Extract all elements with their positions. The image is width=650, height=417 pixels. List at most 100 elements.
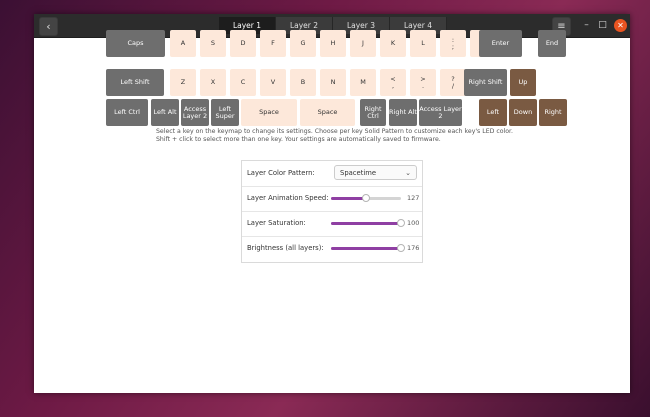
- brightness-label: Brightness (all layers):: [247, 244, 324, 252]
- key-left-alt[interactable]: Left Alt: [151, 99, 179, 126]
- key-left-ctrl[interactable]: Left Ctrl: [106, 99, 148, 126]
- maximize-button[interactable]: □: [596, 19, 609, 32]
- key-label: Caps: [127, 39, 144, 47]
- instructions-line-1: Select a key on the keymap to change its…: [156, 128, 513, 135]
- key-label: Space: [259, 108, 279, 116]
- key-label: ,: [391, 81, 395, 90]
- key-access-layer-2[interactable]: Access Layer 2: [419, 99, 462, 126]
- key-end[interactable]: End: [538, 30, 566, 57]
- slider-fill: [331, 247, 401, 250]
- key-caps[interactable]: Caps: [106, 30, 165, 57]
- key-m[interactable]: M: [350, 69, 376, 96]
- key-label: G: [300, 39, 306, 47]
- key-label: Left: [486, 108, 500, 116]
- slider-knob[interactable]: [361, 194, 370, 202]
- key-h[interactable]: H: [320, 30, 346, 57]
- key-label: .: [421, 81, 425, 90]
- animation-speed-value: 127: [407, 194, 420, 202]
- key-label: C: [240, 78, 246, 86]
- key-v[interactable]: V: [260, 69, 286, 96]
- key-label: Enter: [491, 39, 510, 47]
- animation-speed-row: Layer Animation Speed: 127: [242, 186, 422, 212]
- key-label: S: [210, 39, 216, 47]
- key-label: Right Shift: [468, 78, 503, 86]
- key-label: N: [330, 78, 336, 86]
- animation-speed-slider[interactable]: [331, 194, 401, 202]
- color-pattern-dropdown[interactable]: Spacetime ⌄: [334, 165, 417, 180]
- key-down[interactable]: Down: [509, 99, 537, 126]
- key-label: V: [270, 78, 276, 86]
- key-d[interactable]: D: [230, 30, 256, 57]
- color-pattern-value: Spacetime: [340, 169, 377, 177]
- key-l[interactable]: L: [410, 30, 436, 57]
- key-period[interactable]: >.: [410, 69, 436, 96]
- slider-knob[interactable]: [397, 244, 405, 252]
- key-n[interactable]: N: [320, 69, 346, 96]
- key-f[interactable]: F: [260, 30, 286, 57]
- key-space[interactable]: Space: [241, 99, 297, 126]
- key-label: Left Ctrl: [114, 108, 140, 116]
- key-b[interactable]: B: [290, 69, 316, 96]
- key-a[interactable]: A: [170, 30, 196, 57]
- color-pattern-label: Layer Color Pattern:: [247, 169, 315, 177]
- key-right-alt[interactable]: Right Alt: [389, 99, 417, 126]
- instructions-text: Select a key on the keymap to change its…: [156, 128, 536, 144]
- instructions-line-2: Shift + click to select more than one ke…: [156, 136, 441, 143]
- key-g[interactable]: G: [290, 30, 316, 57]
- key-c[interactable]: C: [230, 69, 256, 96]
- saturation-row: Layer Saturation: 100: [242, 211, 422, 237]
- key-space[interactable]: Space: [300, 99, 355, 126]
- led-settings-panel: Layer Color Pattern: Spacetime ⌄ Layer A…: [241, 160, 423, 263]
- key-s[interactable]: S: [200, 30, 226, 57]
- animation-speed-label: Layer Animation Speed:: [247, 194, 329, 202]
- key-access-layer-2[interactable]: Access Layer 2: [181, 99, 209, 126]
- key-label: M: [360, 78, 366, 86]
- key-label: H: [330, 39, 336, 47]
- maximize-icon: □: [598, 20, 607, 30]
- back-button[interactable]: ‹: [39, 17, 58, 36]
- key-label: Space: [317, 108, 338, 116]
- slider-fill: [331, 222, 401, 225]
- close-icon: ✕: [617, 21, 624, 30]
- key-label: End: [545, 39, 559, 47]
- close-button[interactable]: ✕: [614, 19, 627, 32]
- key-left-shift[interactable]: Left Shift: [106, 69, 164, 96]
- key-label: Z: [180, 78, 186, 86]
- saturation-slider[interactable]: [331, 219, 405, 227]
- key-right-shift[interactable]: Right Shift: [464, 69, 507, 96]
- key-left-super[interactable]: Left Super: [211, 99, 239, 126]
- key-j[interactable]: J: [350, 30, 376, 57]
- chevron-down-icon: ⌄: [405, 169, 411, 177]
- key-label: /: [451, 81, 455, 90]
- key-label: B: [300, 78, 306, 86]
- key-x[interactable]: X: [200, 69, 226, 96]
- brightness-slider[interactable]: [331, 244, 405, 252]
- brightness-value: 176: [407, 244, 420, 252]
- key-label: J: [362, 39, 364, 47]
- key-up[interactable]: Up: [510, 69, 536, 96]
- slider-knob[interactable]: [397, 219, 405, 227]
- key-slash[interactable]: ? /: [440, 69, 466, 96]
- key-right-ctrl[interactable]: Right Ctrl: [360, 99, 386, 126]
- color-pattern-row: Layer Color Pattern: Spacetime ⌄: [242, 161, 422, 187]
- key-label: A: [180, 39, 186, 47]
- key-right[interactable]: Right: [539, 99, 567, 126]
- slider-fill: [331, 197, 366, 200]
- key-z[interactable]: Z: [170, 69, 196, 96]
- key-label: F: [271, 39, 275, 47]
- key-label: L: [421, 39, 425, 47]
- key-left[interactable]: Left: [479, 99, 507, 126]
- saturation-value: 100: [407, 219, 420, 227]
- key-label: Right Ctrl: [364, 104, 382, 120]
- key-comma[interactable]: <,: [380, 69, 406, 96]
- key-enter[interactable]: Enter: [479, 30, 522, 57]
- keymap: CapsASDFGHJKL:;"'EnterEndLeft ShiftZXCVB…: [34, 30, 630, 126]
- key-label: D: [240, 39, 246, 47]
- minimize-icon: –: [584, 20, 589, 30]
- key-semicolon[interactable]: :;: [440, 30, 466, 57]
- chevron-left-icon: ‹: [46, 20, 51, 33]
- key-k[interactable]: K: [380, 30, 406, 57]
- key-label: K: [390, 39, 396, 47]
- minimize-button[interactable]: –: [580, 19, 593, 32]
- saturation-label: Layer Saturation:: [247, 219, 306, 227]
